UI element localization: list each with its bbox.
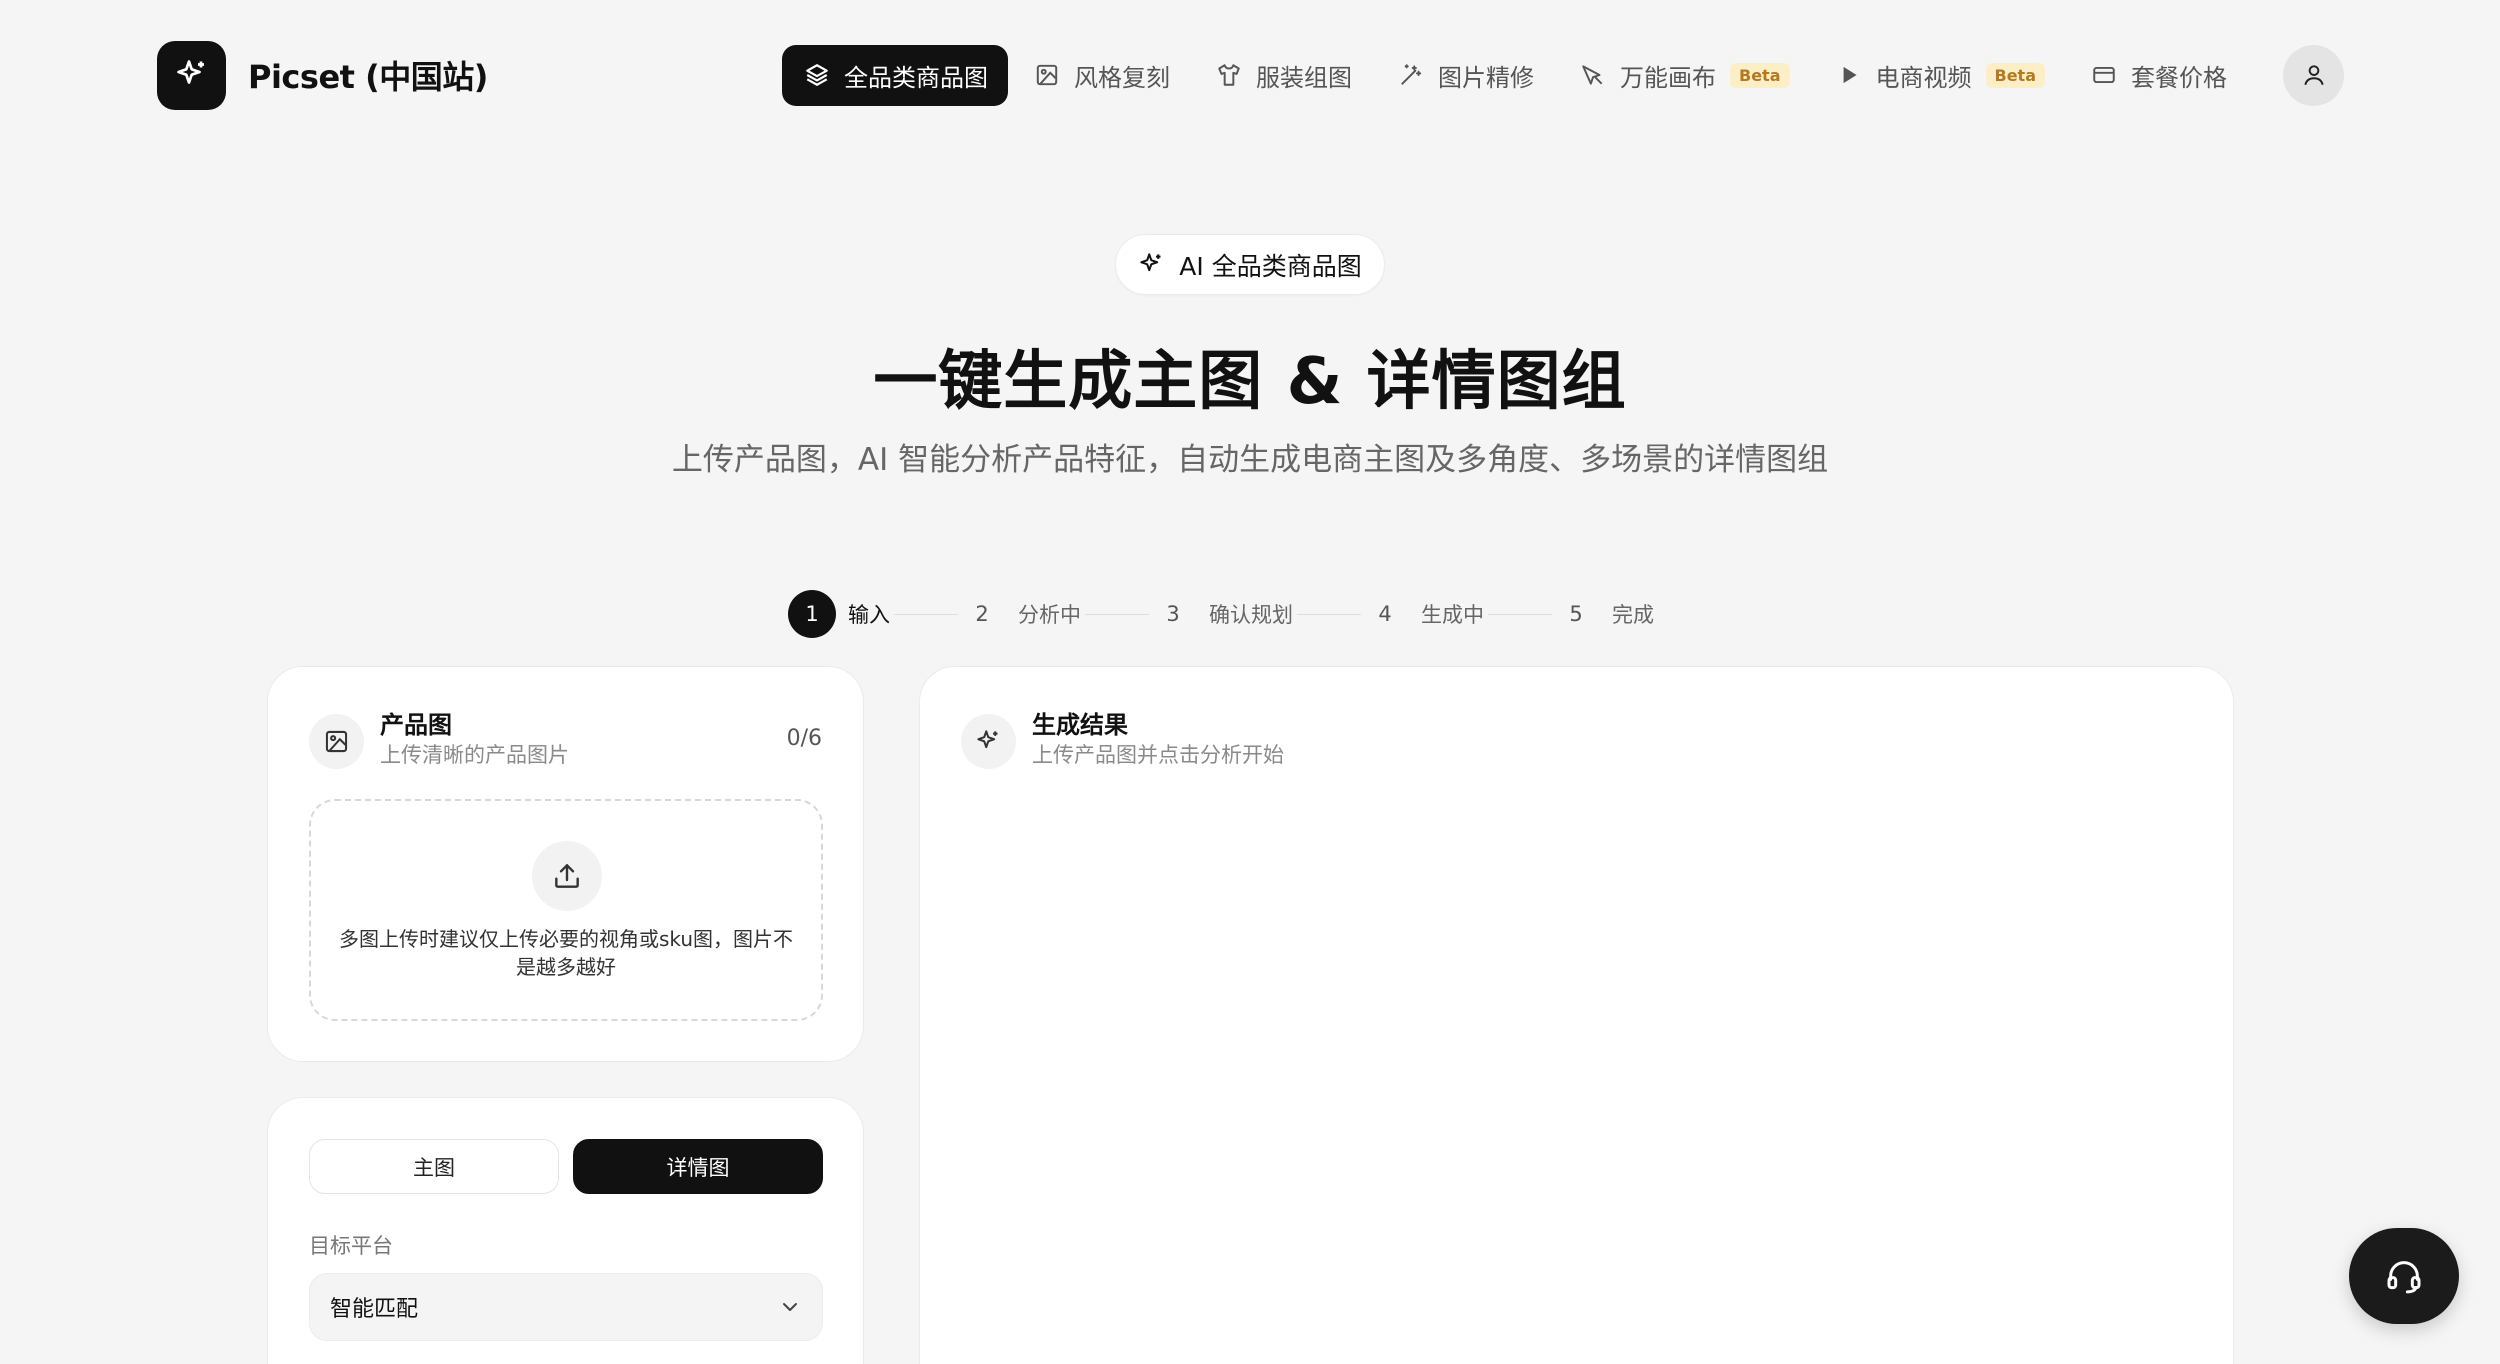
image-type-toggle: 主图 详情图	[309, 1139, 823, 1194]
nav-label: 服装组图	[1256, 63, 1352, 92]
settings-card: 主图 详情图 目标平台 智能匹配	[267, 1097, 864, 1364]
tab-main-image[interactable]: 主图	[309, 1139, 559, 1194]
step-analyzing: 2 分析中	[958, 590, 1081, 638]
platform-label: 目标平台	[309, 1234, 393, 1258]
result-card: 生成结果 上传产品图并点击分析开始	[919, 666, 2234, 1364]
card-header: 生成结果 上传产品图并点击分析开始	[961, 710, 2192, 769]
upload-dropzone[interactable]: 多图上传时建议仅上传必要的视角或sku图，图片不是越多越好	[309, 799, 823, 1021]
step-number: 3	[1166, 602, 1180, 626]
user-avatar[interactable]	[2283, 44, 2344, 106]
step-divider	[1085, 613, 1149, 615]
nav-label: 电商视频	[1875, 63, 1972, 92]
upload-count: 0/6	[786, 726, 822, 751]
card-title: 生成结果	[1032, 711, 1128, 739]
step-divider	[1488, 613, 1552, 615]
nav-label: 套餐价格	[2131, 63, 2227, 92]
step-number: 1	[788, 590, 836, 638]
nav-item-style-copy[interactable]: 风格复刻	[1014, 45, 1190, 106]
step-input: 1 输入	[788, 590, 890, 638]
main-nav: 全品类商品图 风格复刻 服装组图 图片精修 万能画布 Beta 电商视频 Bet…	[776, 44, 2344, 106]
platform-value: 智能匹配	[330, 1297, 419, 1322]
card-subtitle: 上传清晰的产品图片	[380, 743, 569, 767]
card-title: 产品图	[380, 711, 452, 739]
step-label: 生成中	[1421, 603, 1484, 627]
upload-hint: 多图上传时建议仅上传必要的视角或sku图，图片不是越多越好	[338, 927, 794, 979]
chevron-down-icon	[783, 1303, 797, 1311]
play-icon	[1843, 66, 1857, 84]
nav-item-all-category[interactable]: 全品类商品图	[782, 44, 1008, 106]
brand-name: Picset (中国站)	[248, 58, 488, 96]
step-done: 5 完成	[1552, 590, 1654, 638]
step-divider	[1297, 613, 1361, 615]
hero-pill: AI 全品类商品图	[1115, 234, 1385, 295]
step-divider	[894, 613, 958, 615]
upload-icon	[532, 841, 602, 911]
step-label: 输入	[848, 603, 890, 627]
sparkle-icon	[1140, 253, 1161, 272]
nav-item-video[interactable]: 电商视频 Beta	[1816, 45, 2066, 106]
card-header: 产品图 上传清晰的产品图片 0/6	[309, 710, 822, 769]
image-icon	[1036, 64, 1058, 86]
pen-icon	[1582, 65, 1603, 85]
nav-label: 万能画布	[1620, 63, 1716, 92]
step-label: 确认规划	[1209, 603, 1293, 627]
magic-wand-icon	[1401, 64, 1422, 85]
progress-stepper: 1 输入 2 分析中 3 确认规划 4 生成中 5 完成	[788, 590, 1654, 638]
layers-icon	[806, 64, 828, 86]
nav-label: 全品类商品图	[844, 63, 988, 92]
tab-detail-image[interactable]: 详情图	[573, 1139, 823, 1194]
headset-icon	[2387, 1261, 2421, 1294]
step-generating: 4 生成中	[1361, 590, 1484, 638]
nav-label: 图片精修	[1438, 63, 1534, 92]
step-label: 完成	[1612, 603, 1654, 627]
step-number: 5	[1569, 602, 1583, 626]
page-subtitle: 上传产品图，AI 智能分析产品特征，自动生成电商主图及多角度、多场景的详情图组	[671, 442, 1829, 478]
shirt-icon	[1218, 64, 1240, 86]
nav-item-apparel[interactable]: 服装组图	[1196, 45, 1372, 106]
nav-label: 风格复刻	[1074, 63, 1170, 92]
step-number: 4	[1378, 602, 1392, 626]
step-confirm: 3 确认规划	[1149, 590, 1293, 638]
logo[interactable]	[157, 40, 226, 110]
sparkle-icon	[961, 714, 1016, 769]
beta-badge: Beta	[1985, 62, 2045, 88]
user-icon	[2303, 65, 2324, 86]
card-icon	[2093, 66, 2115, 84]
customer-support-button[interactable]	[2349, 1228, 2459, 1324]
nav-item-pricing[interactable]: 套餐价格	[2071, 45, 2247, 106]
image-icon	[309, 714, 364, 769]
platform-select[interactable]: 智能匹配	[309, 1273, 823, 1341]
page: Picset (中国站) 全品类商品图 风格复刻 服装组图 图片精修 万能画布 …	[0, 0, 2500, 1364]
product-image-card: 产品图 上传清晰的产品图片 0/6 多图上传时建议仅上传必要的视角或sku图，图…	[267, 666, 864, 1062]
nav-item-retouch[interactable]: 图片精修	[1378, 45, 1554, 106]
step-number: 2	[975, 602, 989, 626]
top-header: Picset (中国站) 全品类商品图 风格复刻 服装组图 图片精修 万能画布 …	[157, 40, 2344, 110]
beta-badge: Beta	[1730, 62, 1790, 88]
step-label: 分析中	[1018, 603, 1081, 627]
hero-pill-label: AI 全品类商品图	[1179, 251, 1362, 281]
card-subtitle: 上传产品图并点击分析开始	[1032, 743, 1284, 767]
page-title: 一键生成主图 & 详情图组	[873, 345, 1627, 419]
sparkle-icon	[176, 60, 204, 84]
nav-item-canvas[interactable]: 万能画布 Beta	[1560, 45, 1810, 106]
